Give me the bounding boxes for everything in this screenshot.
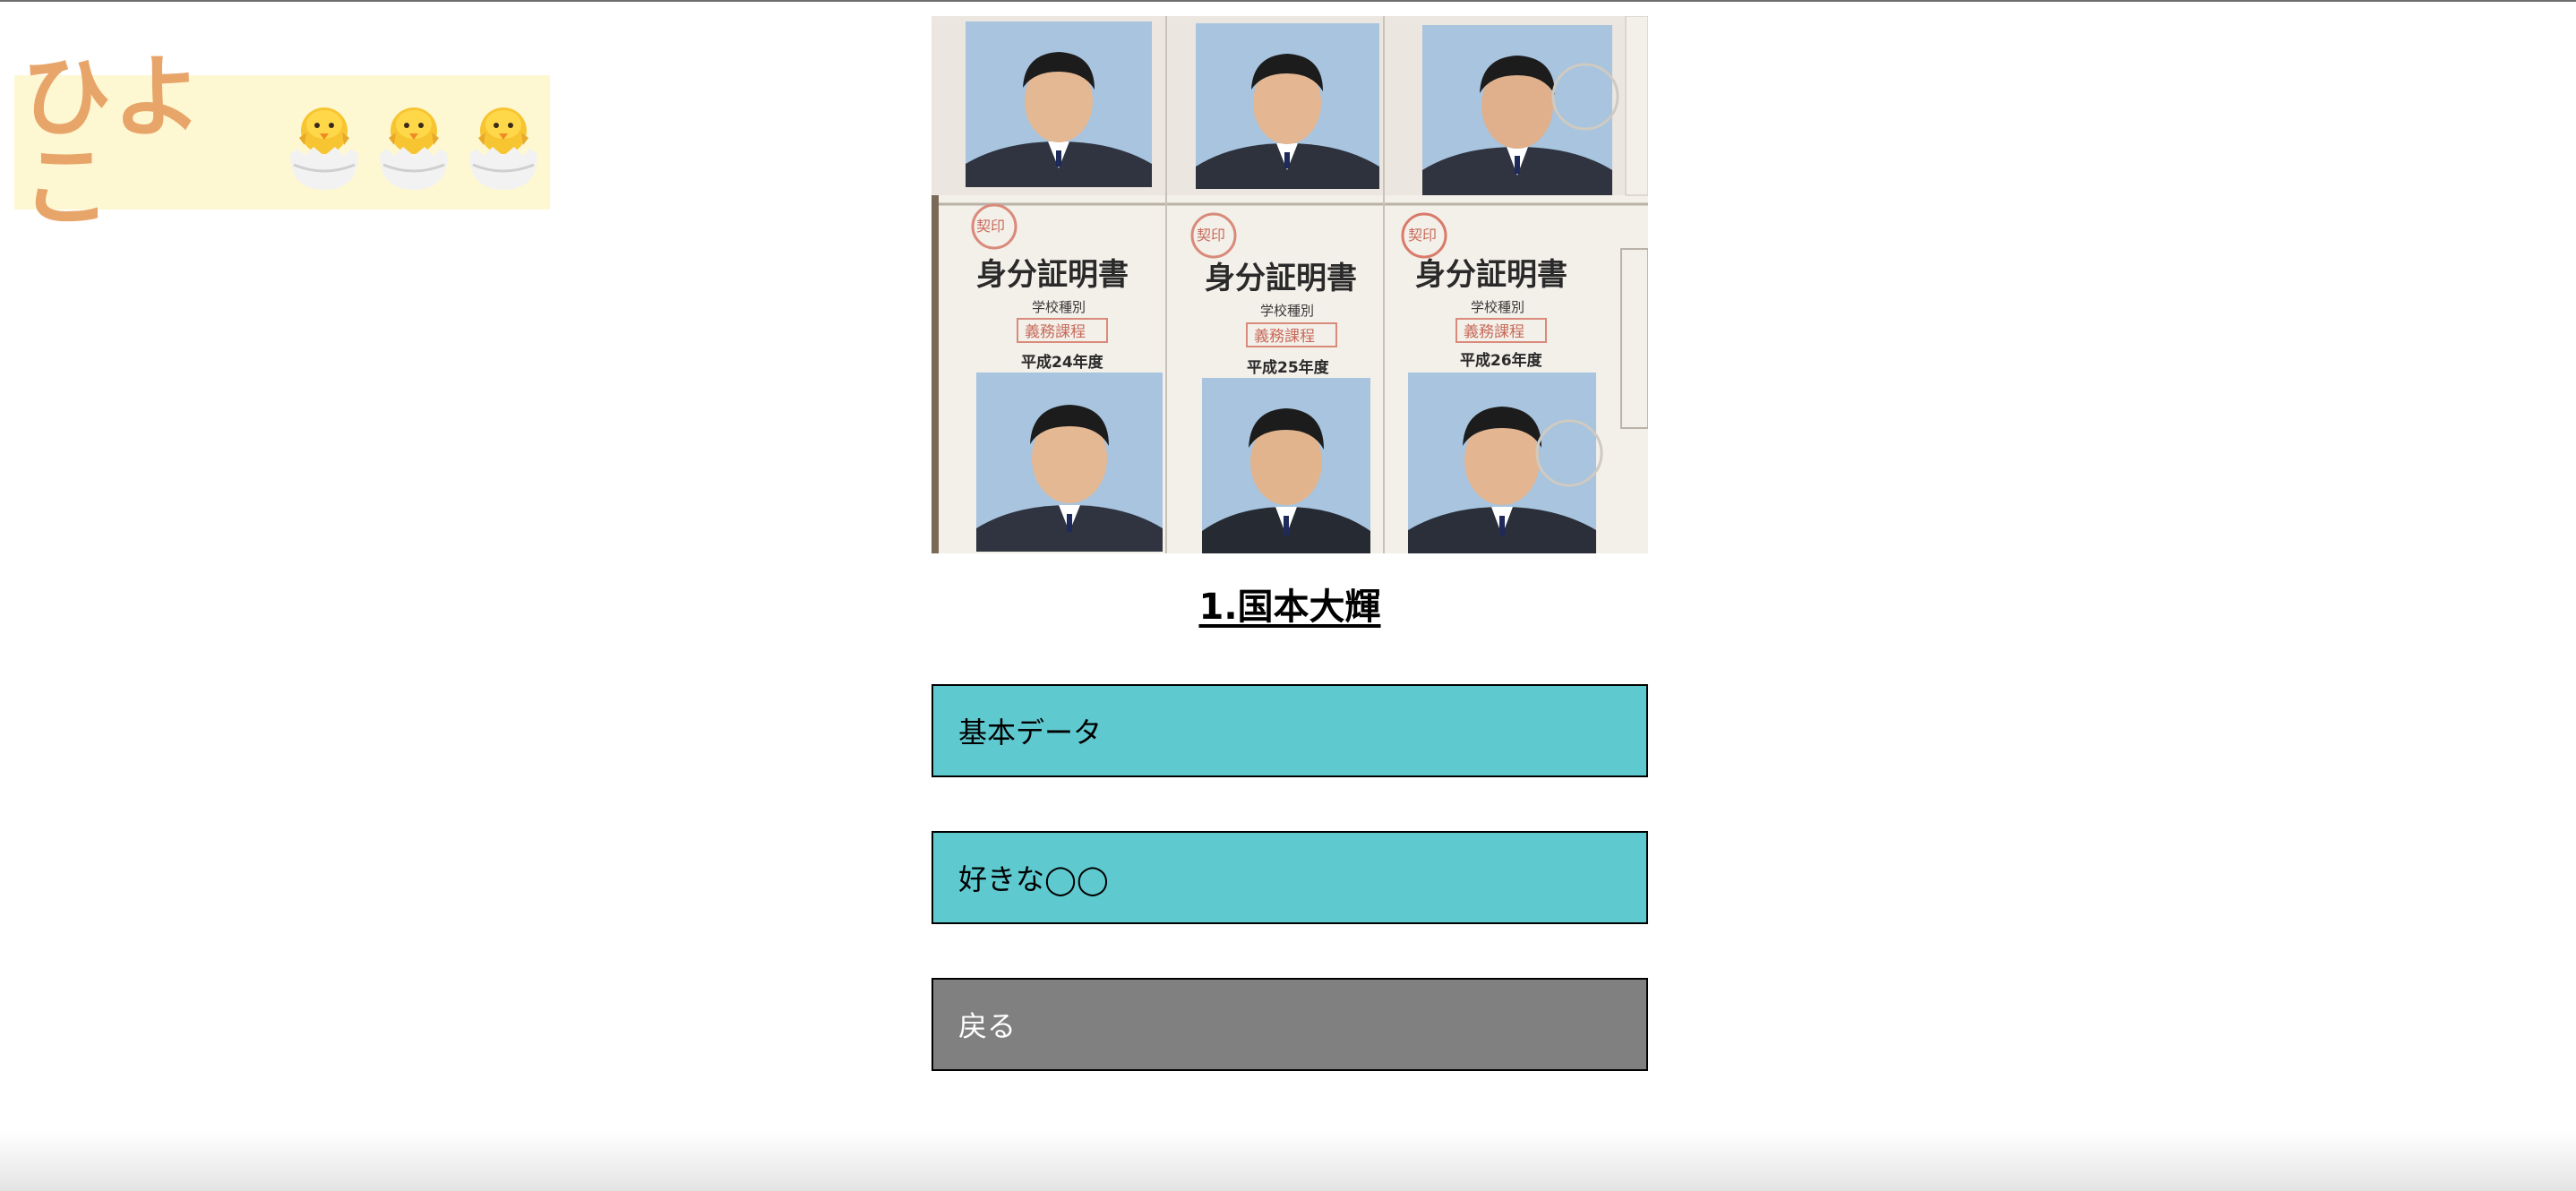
svg-text:平成24年度: 平成24年度 — [1021, 353, 1104, 372]
favorites-label: 好きな◯◯ — [958, 862, 1109, 896]
svg-text:学校種別: 学校種別 — [1032, 299, 1086, 315]
logo-chicks — [281, 93, 550, 192]
svg-text:契印: 契印 — [976, 218, 1005, 235]
window-top-border — [0, 0, 2576, 2]
svg-text:義務課程: 義務課程 — [1025, 323, 1086, 341]
page-title: 1.国本大輝 — [1198, 587, 1381, 628]
window-bottom-shadow — [0, 1130, 2576, 1191]
svg-text:身分証明書: 身分証明書 — [1415, 257, 1567, 293]
logo-text: ひよこ — [21, 45, 204, 239]
basic-data-label: 基本データ — [958, 715, 1103, 750]
svg-text:身分証明書: 身分証明書 — [1205, 261, 1357, 296]
portrait-top-2 — [1196, 23, 1379, 189]
svg-text:契印: 契印 — [1197, 227, 1225, 244]
svg-text:身分証明書: 身分証明書 — [976, 257, 1129, 293]
basic-data-button[interactable]: 基本データ — [932, 684, 1648, 777]
svg-text:平成25年度: 平成25年度 — [1247, 358, 1330, 377]
id-cards-photo: 契印 身分証明書 学校種別 義務課程 平成24年度 契印 身分証明書 学校種別 … — [932, 16, 1648, 553]
svg-text:平成26年度: 平成26年度 — [1460, 351, 1543, 370]
hatching-chick-icon — [469, 107, 537, 190]
portrait-bottom-2 — [1202, 378, 1370, 553]
svg-text:義務課程: 義務課程 — [1464, 323, 1524, 341]
svg-text:義務課程: 義務課程 — [1254, 328, 1315, 346]
svg-text:契印: 契印 — [1408, 227, 1437, 244]
back-button[interactable]: 戻る — [932, 978, 1648, 1071]
favorites-button[interactable]: 好きな◯◯ — [932, 831, 1648, 924]
portrait-bottom-1 — [976, 373, 1163, 552]
id-cards-image: 契印 身分証明書 学校種別 義務課程 平成24年度 契印 身分証明書 学校種別 … — [932, 16, 1648, 553]
portrait-bottom-3 — [1408, 373, 1603, 553]
site-logo[interactable]: ひよこ — [14, 53, 550, 232]
svg-text:学校種別: 学校種別 — [1260, 303, 1314, 319]
portrait-top-3 — [1422, 25, 1619, 195]
hatching-chick-icon — [290, 107, 358, 190]
svg-text:学校種別: 学校種別 — [1471, 299, 1524, 315]
back-label: 戻る — [958, 1009, 1017, 1043]
hatching-chick-icon — [380, 107, 448, 190]
portrait-top-1 — [966, 21, 1152, 187]
